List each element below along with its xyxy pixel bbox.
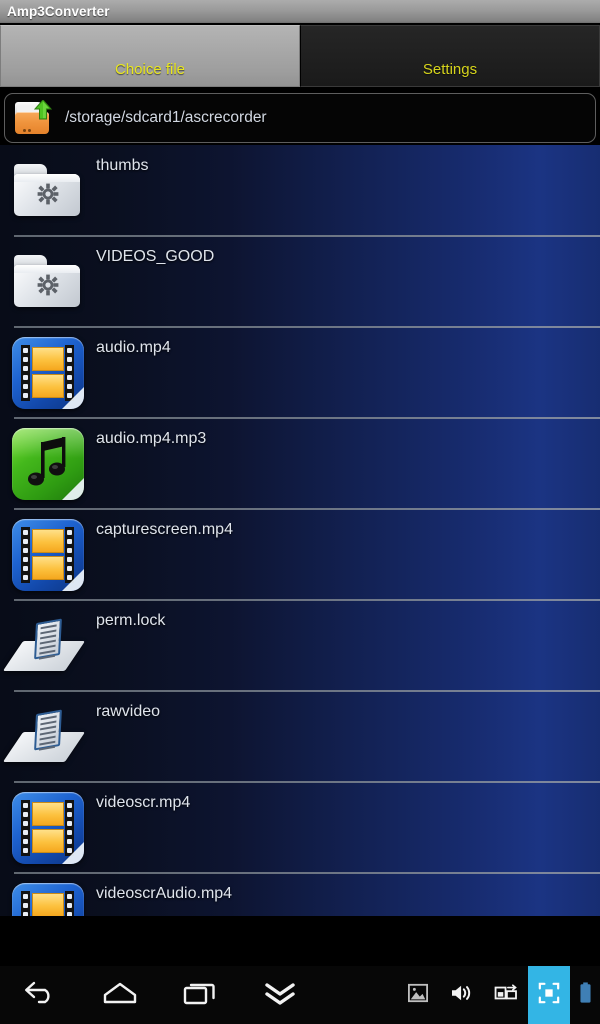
- battery-indicator[interactable]: [570, 966, 600, 1024]
- image-icon: [407, 983, 429, 1008]
- list-item[interactable]: rawvideo: [0, 690, 600, 782]
- window-transfer-icon: [494, 983, 518, 1008]
- app-window: Amp3Converter Choice file Settings /stor…: [0, 0, 600, 1024]
- tab-settings-label: Settings: [422, 61, 478, 78]
- recents-button[interactable]: [160, 966, 240, 1024]
- tab-settings[interactable]: Settings: [300, 25, 600, 87]
- list-item-label: videoscr.mp4: [96, 794, 191, 811]
- list-item-label: audio.mp4.mp3: [96, 430, 207, 447]
- list-item[interactable]: videoscrAudio.mp4: [0, 872, 600, 916]
- recent-apps-icon: [183, 980, 217, 1011]
- fullscreen-icon: [538, 982, 560, 1009]
- status-icon-group: [396, 966, 600, 1024]
- current-path-bar[interactable]: /storage/sdcard1/ascrecorder: [4, 93, 596, 143]
- hide-button[interactable]: [240, 966, 320, 1024]
- system-navigation-bar: [0, 966, 600, 1024]
- home-button[interactable]: [80, 966, 160, 1024]
- list-item[interactable]: audio.mp4.mp3: [0, 417, 600, 509]
- list-item-label: perm.lock: [96, 612, 166, 629]
- video-file-icon: [0, 327, 96, 418]
- file-list[interactable]: thumbs VIDEOS_GOOD audio.mp4 audio.mp4.m…: [0, 145, 600, 916]
- double-chevron-down-icon: [263, 980, 297, 1011]
- list-item-label: videoscrAudio.mp4: [96, 885, 233, 902]
- title-bar: Amp3Converter: [0, 0, 600, 24]
- fullscreen-button[interactable]: [528, 966, 570, 1024]
- generic-file-icon: [0, 600, 96, 691]
- list-item[interactable]: perm.lock: [0, 599, 600, 691]
- speaker-icon: [450, 983, 474, 1008]
- back-arrow-icon: [23, 980, 57, 1011]
- list-item[interactable]: VIDEOS_GOOD: [0, 235, 600, 327]
- folder-gear-icon: [0, 145, 96, 236]
- nav-button-group: [0, 966, 320, 1024]
- app-title: Amp3Converter: [7, 4, 110, 19]
- list-item-label: VIDEOS_GOOD: [96, 248, 215, 265]
- list-item[interactable]: audio.mp4: [0, 326, 600, 418]
- list-item-label: capturescreen.mp4: [96, 521, 233, 538]
- home-icon: [103, 982, 137, 1009]
- list-item-label: audio.mp4: [96, 339, 171, 356]
- list-item[interactable]: videoscr.mp4: [0, 781, 600, 873]
- multiwindow-button[interactable]: [484, 966, 528, 1024]
- gallery-button[interactable]: [396, 966, 440, 1024]
- list-item-label: rawvideo: [96, 703, 161, 720]
- battery-icon: [579, 981, 592, 1009]
- list-item[interactable]: thumbs: [0, 145, 600, 236]
- generic-file-icon: [0, 691, 96, 782]
- list-item-label: thumbs: [96, 157, 149, 174]
- volume-button[interactable]: [440, 966, 484, 1024]
- folder-gear-icon: [0, 236, 96, 327]
- video-file-icon: [0, 873, 96, 916]
- tab-choice-file-label: Choice file: [114, 61, 186, 78]
- current-path-text: /storage/sdcard1/ascrecorder: [65, 109, 267, 126]
- list-item[interactable]: capturescreen.mp4: [0, 508, 600, 600]
- tab-strip: Choice file Settings: [0, 25, 600, 87]
- audio-file-icon: [0, 418, 96, 509]
- tab-choice-file[interactable]: Choice file: [0, 25, 300, 87]
- video-file-icon: [0, 509, 96, 600]
- folder-up-icon: [13, 99, 57, 137]
- video-file-icon: [0, 782, 96, 873]
- back-button[interactable]: [0, 966, 80, 1024]
